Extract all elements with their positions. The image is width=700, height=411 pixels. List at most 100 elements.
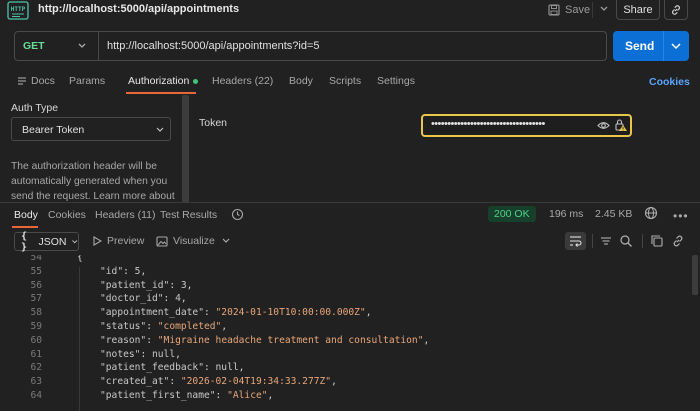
- tab-scripts[interactable]: Scripts: [329, 75, 361, 87]
- tab-test-results[interactable]: Test Results: [160, 209, 217, 221]
- more-options-icon[interactable]: •••: [673, 209, 689, 223]
- scrollbar[interactable]: [182, 95, 189, 203]
- line-number: 56: [30, 279, 42, 291]
- docs-icon: [18, 77, 26, 85]
- code-text: "patient_first_name": "Alice",: [100, 390, 273, 401]
- token-label: Token: [199, 117, 228, 129]
- json-key: "reason": [100, 334, 147, 346]
- history-icon[interactable]: [231, 208, 244, 221]
- tab-docs[interactable]: Docs: [17, 75, 55, 87]
- token-value: •••••••••••••••••••••••••••••••••••: [431, 118, 545, 130]
- response-time[interactable]: 196 ms: [549, 208, 583, 220]
- json-value: "Alice": [227, 390, 268, 401]
- chevron-down-icon[interactable]: [76, 39, 88, 53]
- code-line: 60 "reason": "Migraine headache treatment…: [0, 335, 700, 349]
- code-line: 64 "patient_first_name": "Alice",: [0, 390, 700, 404]
- json-punctuation: :: [146, 334, 158, 346]
- tab-response-cookies[interactable]: Cookies: [48, 209, 86, 221]
- json-punctuation: :: [169, 376, 181, 388]
- status-badge: 200 OK: [488, 206, 536, 222]
- filter-icon[interactable]: [599, 234, 613, 248]
- tab-body[interactable]: Body: [289, 75, 313, 87]
- response-size[interactable]: 2.45 KB: [595, 208, 632, 220]
- visualize-label: Visualize: [173, 235, 215, 247]
- request-title: http://localhost:5000/api/appointments: [38, 3, 240, 15]
- code-line: 61 "notes": null,: [0, 349, 700, 363]
- chevron-down-icon[interactable]: [669, 39, 683, 53]
- json-punctuation: :: [203, 307, 216, 319]
- chevron-down-icon: [71, 239, 77, 243]
- line-number: 64: [30, 390, 42, 401]
- line-number: 55: [30, 265, 42, 277]
- url-input[interactable]: http://localhost:5000/api/appointments?i…: [107, 40, 320, 52]
- save-button[interactable]: Save: [548, 0, 590, 20]
- json-comma: ,: [423, 334, 430, 346]
- copy-icon[interactable]: [650, 234, 664, 248]
- json-value: null: [215, 362, 239, 374]
- method-select[interactable]: GET: [23, 40, 45, 52]
- code-text: "status": "completed",: [100, 321, 227, 332]
- search-icon[interactable]: [619, 234, 633, 248]
- line-number: 59: [30, 321, 42, 332]
- tab-settings[interactable]: Settings: [377, 75, 415, 87]
- line-number: 54: [30, 255, 42, 263]
- token-input[interactable]: •••••••••••••••••••••••••••••••••••: [421, 114, 632, 137]
- json-key: "status": [100, 321, 147, 332]
- code-line: 59 "status": "completed",: [0, 321, 700, 335]
- line-number: 60: [30, 334, 42, 346]
- link-icon[interactable]: [671, 234, 685, 248]
- copy-link-button[interactable]: [664, 0, 688, 20]
- http-request-icon: HTTP: [7, 1, 29, 20]
- tab-params[interactable]: Params: [69, 75, 105, 87]
- code-text: "doctor_id": 4,: [100, 293, 187, 304]
- code-braces-icon: { }: [21, 230, 28, 253]
- visualize-button[interactable]: Visualize: [156, 235, 215, 247]
- json-value: "completed": [157, 321, 222, 332]
- auth-type-select[interactable]: Bearer Token: [11, 117, 171, 141]
- tab-headers[interactable]: Headers (22): [212, 75, 273, 87]
- json-comma: ,: [365, 307, 372, 319]
- json-comma: ,: [238, 362, 245, 374]
- json-key: "patient_id": [100, 279, 170, 291]
- json-key: "patient_first_name": [100, 390, 216, 401]
- globe-icon[interactable]: [644, 206, 658, 220]
- wrap-lines-button[interactable]: [565, 232, 586, 250]
- json-key: "notes": [100, 348, 141, 360]
- code-scrollbar[interactable]: [692, 255, 698, 295]
- preview-button[interactable]: Preview: [92, 235, 144, 247]
- tab-response-body[interactable]: Body: [14, 209, 38, 221]
- json-punctuation: :: [140, 348, 152, 360]
- divider: [663, 31, 664, 61]
- send-button[interactable]: Send: [613, 31, 689, 61]
- tab-label: Body: [289, 75, 313, 87]
- json-key: "patient_feedback": [100, 362, 204, 374]
- share-button[interactable]: Share: [616, 0, 660, 20]
- format-select[interactable]: { } JSON: [14, 230, 79, 253]
- status-text: 200 OK: [494, 208, 530, 220]
- line-number: 61: [30, 348, 42, 360]
- chevron-down-icon[interactable]: [599, 2, 609, 16]
- save-label: Save: [565, 4, 591, 16]
- eye-icon[interactable]: [597, 119, 610, 132]
- json-comma: ,: [331, 376, 337, 388]
- code-text: "appointment_date": "2024-01-10T10:00:00…: [100, 307, 372, 318]
- code-line: 55 "id": 5,: [0, 266, 700, 280]
- lock-warning-icon[interactable]: [614, 118, 627, 132]
- auth-type-label: Auth Type: [11, 102, 59, 114]
- code-text: "patient_feedback": null,: [100, 362, 244, 373]
- response-body-editor[interactable]: 54 {55 "id": 5, 56 "patient_id": 3, 57 "doctor…: [0, 255, 700, 411]
- cookies-link[interactable]: Cookies: [649, 76, 690, 88]
- code-line: 58 "appointment_date": "2024-01-10T10:00:…: [0, 307, 700, 321]
- tab-authorization[interactable]: Authorization: [128, 75, 199, 87]
- json-key: "id": [100, 265, 124, 277]
- request-tabs: Docs Params Authorization Headers (22) B…: [0, 68, 700, 94]
- json-value: "Migraine headache treatment and consult…: [157, 334, 424, 346]
- tab-label: Authorization: [128, 75, 190, 87]
- tab-response-headers[interactable]: Headers (11): [95, 209, 156, 221]
- json-punctuation: :: [123, 265, 135, 277]
- code-line: 63 "created_at": "2026-02-04T19:34:33.277…: [0, 376, 700, 390]
- json-comma: ,: [267, 390, 274, 401]
- tab-label: Headers (22): [212, 75, 274, 87]
- chevron-down-icon[interactable]: [221, 235, 231, 247]
- divider: [642, 234, 643, 248]
